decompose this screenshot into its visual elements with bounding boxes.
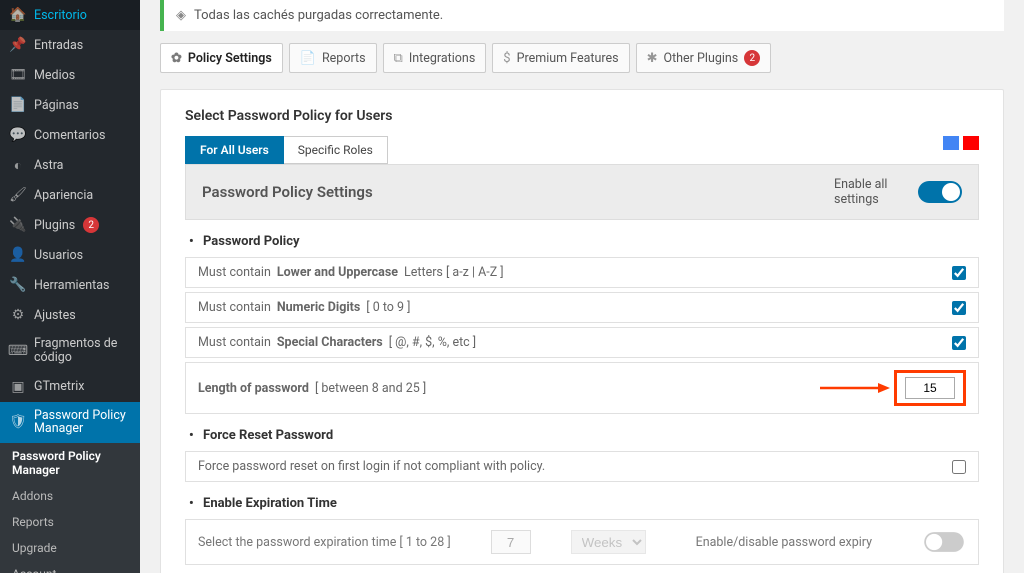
- policy-row-special: Must contain Special Characters [ @, #, …: [185, 327, 979, 358]
- success-notice: ◈ Todas las cachés purgadas correctament…: [160, 0, 1004, 31]
- sidebar-item-escritorio[interactable]: 🏠Escritorio: [0, 0, 140, 30]
- force-reset-title: Force Reset Password: [203, 428, 979, 443]
- tab-integrations[interactable]: ⧉Integrations: [383, 43, 487, 73]
- expiration-number-input[interactable]: [491, 530, 531, 554]
- plugin-tabs: ✿Policy Settings 📄Reports ⧉Integrations …: [160, 43, 1004, 73]
- policy-row-length: Length of password [ between 8 and 25 ]: [185, 362, 979, 414]
- password-policy-title: Password Policy: [203, 234, 979, 249]
- sidebar-item-herramientas[interactable]: 🔧Herramientas: [0, 270, 140, 300]
- integrations-icon: ⧉: [394, 51, 403, 66]
- brush-icon: 🖌: [10, 187, 26, 203]
- sidebar-item-comentarios[interactable]: 💬Comentarios: [0, 120, 140, 150]
- section-title: Password Policy Settings: [202, 183, 373, 201]
- policy-text-numeric: Must contain Numeric Digits [ 0 to 9 ]: [198, 300, 952, 315]
- password-length-input[interactable]: [905, 377, 955, 399]
- expiration-section: Enable Expiration Time Select the passwo…: [185, 496, 979, 565]
- media-icon: 🎞: [10, 67, 26, 83]
- force-reset-check[interactable]: [952, 460, 966, 474]
- plugins-badge: 2: [83, 217, 99, 233]
- force-reset-section: Force Reset Password Force password rese…: [185, 428, 979, 482]
- card-title: Select Password Policy for Users: [185, 108, 979, 124]
- star-icon: ✱: [647, 51, 658, 66]
- tab-premium[interactable]: $Premium Features: [492, 43, 629, 73]
- other-plugins-badge: 2: [744, 50, 760, 66]
- user-icon: 👤: [10, 247, 26, 263]
- tab-reports[interactable]: 📄Reports: [289, 43, 377, 73]
- gear-icon: ✿: [171, 51, 182, 66]
- diamond-icon: ◈: [176, 8, 186, 23]
- submenu-reports[interactable]: Reports: [0, 509, 140, 535]
- expiration-label: Select the password expiration time [ 1 …: [198, 535, 451, 550]
- policy-check-lowerupper[interactable]: [952, 266, 966, 280]
- sidebar-item-ajustes[interactable]: ⚙Ajustes: [0, 300, 140, 330]
- policy-text-special: Must contain Special Characters [ @, #, …: [198, 335, 952, 350]
- force-reset-text: Force password reset on first login if n…: [198, 459, 545, 474]
- tab-other-plugins[interactable]: ✱Other Plugins2: [636, 43, 772, 73]
- code-icon: ⌨: [10, 343, 26, 359]
- user-tab-roles[interactable]: Specific Roles: [284, 136, 388, 164]
- enable-all-label: Enable all settings: [834, 177, 904, 207]
- sidebar-submenu: Password Policy Manager Addons Reports U…: [0, 443, 140, 573]
- doc-icon[interactable]: [943, 136, 959, 150]
- policy-check-numeric[interactable]: [952, 301, 966, 315]
- sliders-icon: ⚙: [10, 307, 26, 323]
- policy-text-lowerupper: Must contain Lower and Uppercase Letters…: [198, 265, 952, 280]
- policy-text-length: Length of password [ between 8 and 25 ]: [198, 381, 820, 396]
- sidebar-item-entradas[interactable]: 📌Entradas: [0, 30, 140, 60]
- policy-row-numeric: Must contain Numeric Digits [ 0 to 9 ]: [185, 292, 979, 323]
- dashboard-icon: 🏠: [10, 7, 26, 23]
- sidebar-item-gtmetrix[interactable]: ▣GTmetrix: [0, 372, 140, 402]
- expiration-unit-select[interactable]: Weeks: [571, 530, 646, 554]
- astra-icon: ◐: [10, 157, 26, 173]
- wrench-icon: 🔧: [10, 277, 26, 293]
- policy-check-special[interactable]: [952, 336, 966, 350]
- dollar-icon: $: [503, 51, 510, 66]
- shield-icon: 🛡: [10, 414, 26, 430]
- submenu-upgrade[interactable]: Upgrade: [0, 535, 140, 561]
- submenu-account[interactable]: Account: [0, 561, 140, 573]
- password-policy-section: Password Policy Must contain Lower and U…: [185, 234, 979, 414]
- sidebar-item-medios[interactable]: 🎞Medios: [0, 60, 140, 90]
- force-reset-row: Force password reset on first login if n…: [185, 451, 979, 482]
- annotation-arrow-icon: [820, 380, 890, 396]
- comment-icon: 💬: [10, 127, 26, 143]
- expiration-toggle[interactable]: [924, 532, 964, 552]
- expiration-row: Select the password expiration time [ 1 …: [185, 519, 979, 565]
- gtmetrix-icon: ▣: [10, 379, 26, 395]
- sidebar-item-usuarios[interactable]: 👤Usuarios: [0, 240, 140, 270]
- sidebar-item-paginas[interactable]: 📄Páginas: [0, 90, 140, 120]
- main-content: ◈ Todas las cachés purgadas correctament…: [140, 0, 1024, 573]
- sidebar-item-apariencia[interactable]: 🖌Apariencia: [0, 180, 140, 210]
- submenu-addons[interactable]: Addons: [0, 483, 140, 509]
- user-role-tabs: For All Users Specific Roles: [185, 136, 979, 164]
- page-icon: 📄: [10, 97, 26, 113]
- section-header-password-policy: Password Policy Settings Enable all sett…: [185, 164, 979, 220]
- enable-all-toggle[interactable]: [918, 181, 962, 203]
- plug-icon: 🔌: [10, 217, 26, 233]
- notice-text: Todas las cachés purgadas correctamente.: [194, 8, 443, 23]
- sidebar-item-password-policy[interactable]: 🛡Password Policy Manager: [0, 402, 140, 444]
- policy-card: Select Password Policy for Users For All…: [160, 89, 1004, 573]
- admin-sidebar: 🏠Escritorio 📌Entradas 🎞Medios 📄Páginas 💬…: [0, 0, 140, 573]
- pin-icon: 📌: [10, 37, 26, 53]
- sidebar-item-plugins[interactable]: 🔌Plugins2: [0, 210, 140, 240]
- user-tab-all[interactable]: For All Users: [185, 136, 284, 164]
- policy-row-lowerupper: Must contain Lower and Uppercase Letters…: [185, 257, 979, 288]
- sidebar-item-fragmentos[interactable]: ⌨Fragmentos de código: [0, 330, 140, 372]
- report-icon: 📄: [300, 51, 316, 66]
- submenu-ppm[interactable]: Password Policy Manager: [0, 443, 140, 483]
- length-highlight-box: [894, 370, 966, 406]
- expiration-title: Enable Expiration Time: [203, 496, 979, 511]
- expiration-enable-label: Enable/disable password expiry: [696, 535, 872, 550]
- sidebar-item-astra[interactable]: ◐Astra: [0, 150, 140, 180]
- youtube-icon[interactable]: [963, 136, 979, 150]
- tab-policy-settings[interactable]: ✿Policy Settings: [160, 43, 283, 73]
